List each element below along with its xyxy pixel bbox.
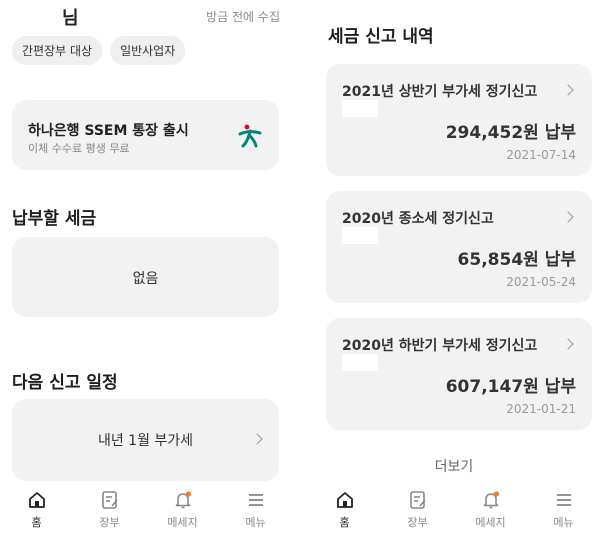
nav-label: 장부 [99, 516, 120, 529]
tax-history-item-amount: 607,147원 납부 [445, 377, 576, 397]
bank-promo-subtitle: 이체 수수료 평생 무료 [28, 142, 130, 155]
ledger-icon [409, 491, 426, 509]
nav-ledger[interactable]: 장부 [381, 486, 454, 536]
nav-label: 메세지 [167, 516, 198, 529]
hana-bank-logo-icon [238, 124, 262, 148]
more-button[interactable]: 더보기 [308, 456, 600, 476]
user-tags: 간편장부 대상 일반사업자 [12, 36, 186, 65]
bank-promo-title: 하나은행 SSEM 통장 출시 [28, 123, 189, 139]
redacted-block [342, 354, 378, 371]
tax-history-item-title: 2020년 종소세 정기신고 [342, 211, 494, 227]
schedule-title: 다음 신고 일정 [12, 373, 118, 393]
nav-label: 장부 [407, 516, 428, 529]
nav-label: 메뉴 [553, 516, 574, 529]
chevron-right-icon [562, 211, 574, 223]
nav-menu[interactable]: 메뉴 [527, 486, 600, 536]
menu-icon [248, 494, 263, 506]
menu-icon [556, 494, 571, 506]
chevron-right-icon [562, 338, 574, 350]
redacted-block [342, 227, 378, 244]
ledger-icon [101, 491, 118, 509]
nav-menu[interactable]: 메뉴 [219, 486, 292, 536]
tax-history-screen: 세금 신고 내역 2021년 상반기 부가세 정기신고 294,452원 납부 … [308, 0, 600, 536]
tax-history-item-date: 2021-05-24 [506, 275, 576, 289]
tax-history-item-amount: 294,452원 납부 [445, 123, 576, 143]
nav-label: 홈 [31, 516, 42, 529]
tax-history-item[interactable]: 2021년 상반기 부가세 정기신고 294,452원 납부 2021-07-1… [326, 64, 592, 176]
redacted-block [342, 100, 378, 117]
nav-label: 메세지 [475, 516, 506, 529]
tax-due-card: 없음 [12, 237, 279, 317]
chip-bookkeeping-type[interactable]: 간편장부 대상 [12, 36, 103, 65]
tax-history-item[interactable]: 2020년 하반기 부가세 정기신고 607,147원 납부 2021-01-2… [326, 318, 592, 430]
tax-due-title: 납부할 세금 [12, 209, 97, 229]
bank-promo-card[interactable]: 하나은행 SSEM 통장 출시 이체 수수료 평생 무료 [12, 100, 279, 170]
chevron-right-icon [562, 84, 574, 96]
nav-label: 홈 [339, 516, 350, 529]
schedule-item: 내년 1월 부가세 [97, 433, 194, 449]
tax-history-title: 세금 신고 내역 [328, 27, 434, 47]
nav-label: 메뉴 [245, 516, 266, 529]
home-icon [28, 492, 45, 508]
tax-history-item-title: 2020년 하반기 부가세 정기신고 [342, 338, 538, 354]
chip-business-type[interactable]: 일반사업자 [110, 36, 186, 65]
tax-history-item-amount: 65,854원 납부 [457, 250, 576, 270]
home-icon [336, 492, 353, 508]
nav-home[interactable]: 홈 [308, 486, 381, 536]
greeting: 님 [62, 8, 79, 29]
schedule-card[interactable]: 내년 1월 부가세 [12, 399, 279, 481]
tax-history-item-date: 2021-07-14 [506, 148, 576, 162]
nav-messages[interactable]: 메세지 [454, 486, 527, 536]
tax-history-item-title: 2021년 상반기 부가세 정기신고 [342, 84, 538, 100]
tax-history-item[interactable]: 2020년 종소세 정기신고 65,854원 납부 2021-05-24 [326, 191, 592, 303]
bottom-nav: 홈 장부 메세지 메뉴 [0, 486, 292, 536]
nav-messages[interactable]: 메세지 [146, 486, 219, 536]
bottom-nav: 홈 장부 메세지 메뉴 [308, 486, 600, 536]
tax-history-item-date: 2021-01-21 [506, 402, 576, 416]
update-status: 방금 전에 수집 [206, 10, 280, 24]
tax-due-value: 없음 [132, 271, 159, 287]
bell-icon [175, 491, 191, 509]
nav-home[interactable]: 홈 [0, 486, 73, 536]
nav-ledger[interactable]: 장부 [73, 486, 146, 536]
bell-icon [483, 491, 499, 509]
home-screen: 님 방금 전에 수집 간편장부 대상 일반사업자 하나은행 SSEM 통장 출시… [0, 0, 292, 536]
